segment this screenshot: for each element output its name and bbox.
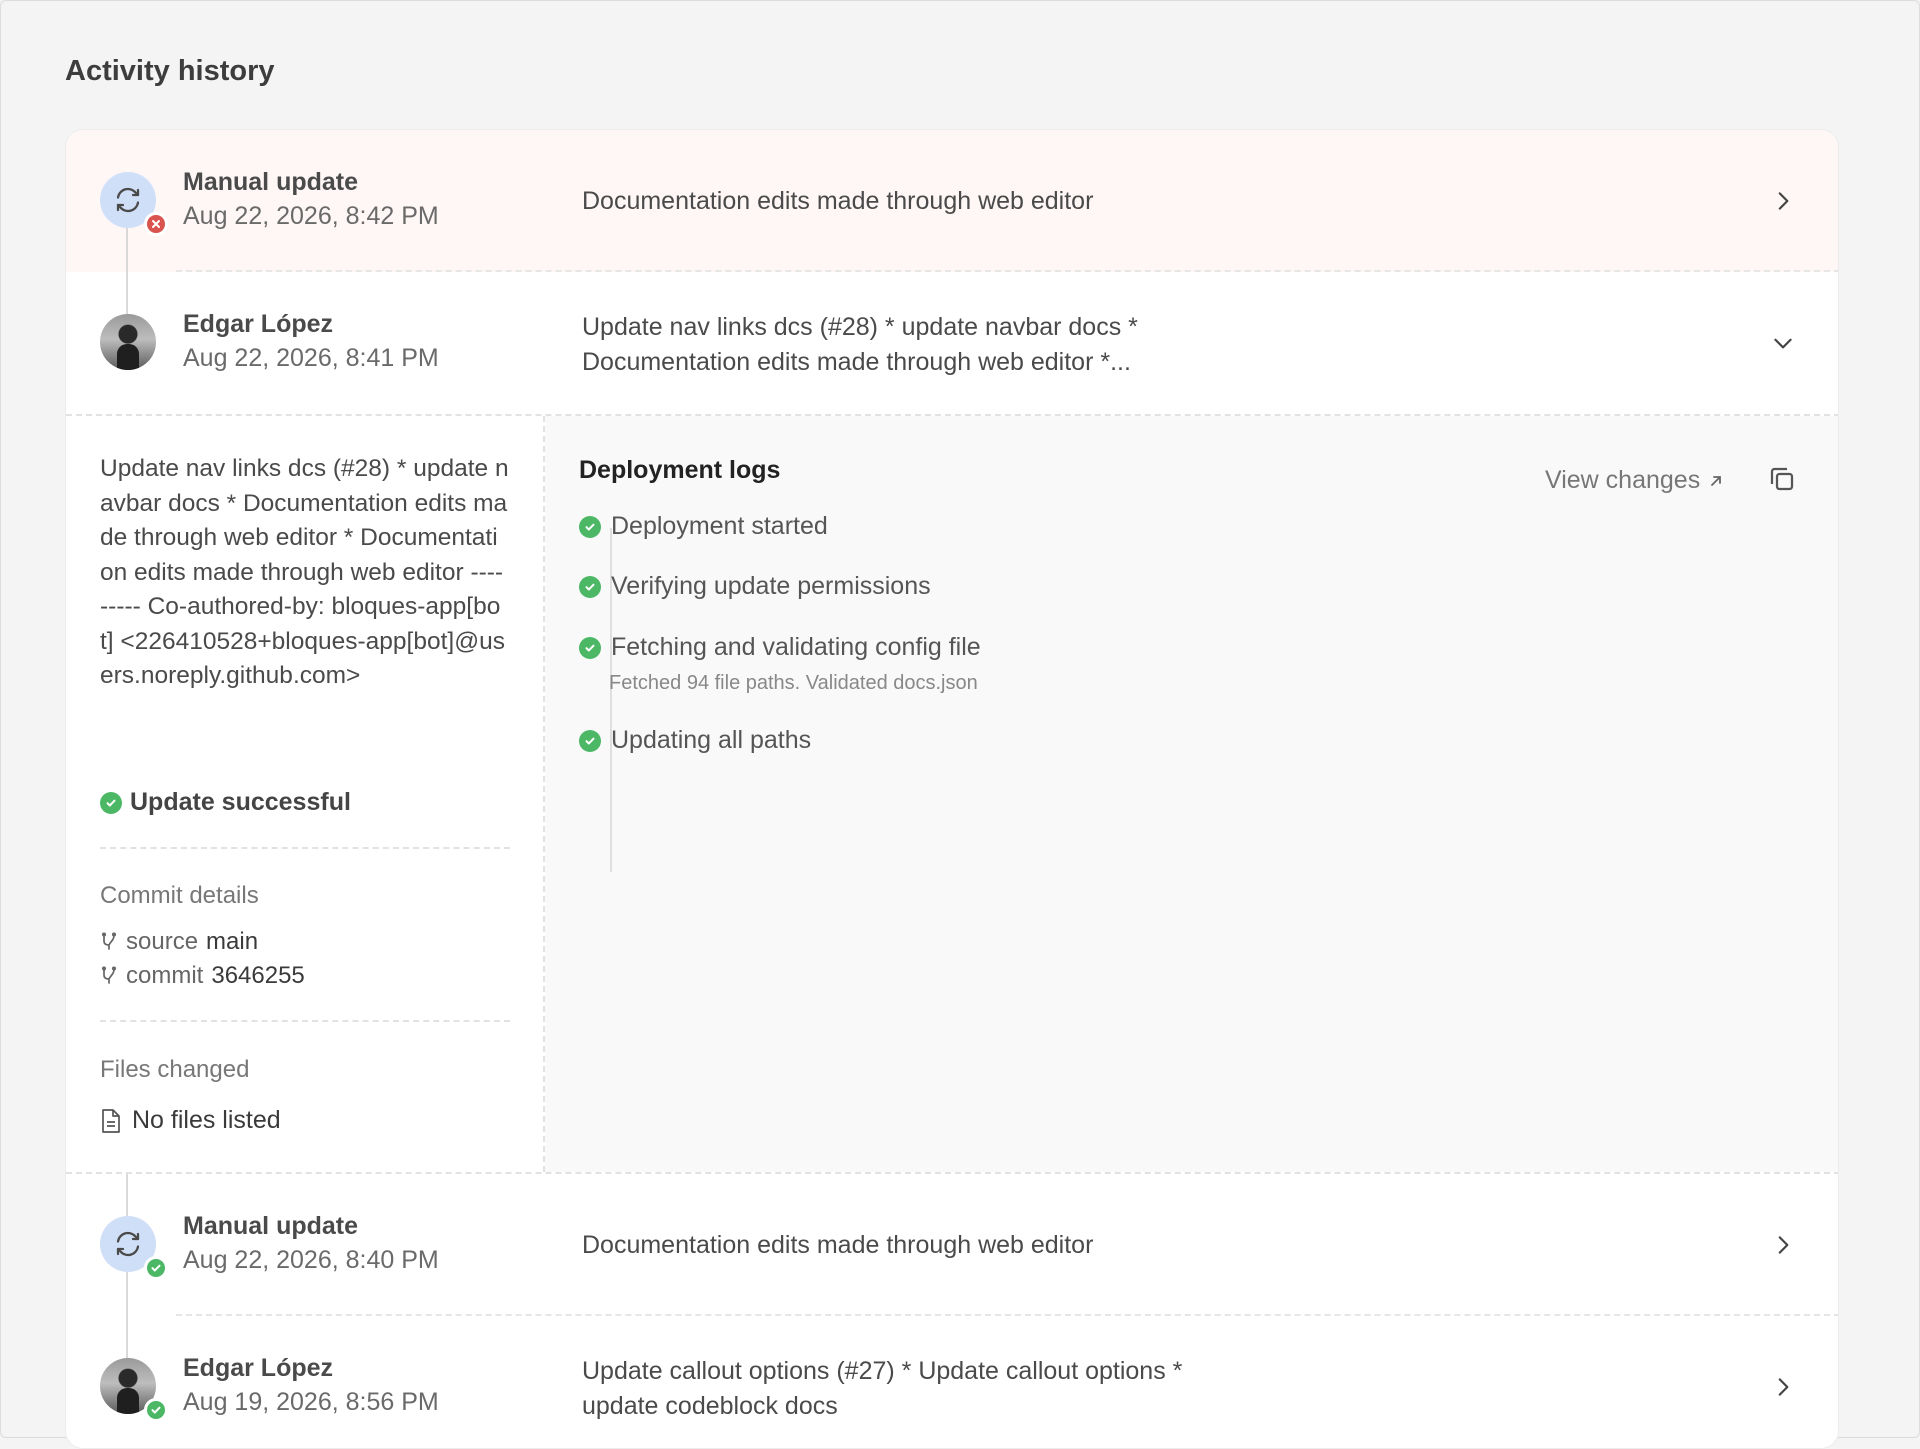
row-description-line: Documentation edits made through web edi… bbox=[582, 348, 1131, 376]
log-text: Updating all paths bbox=[611, 726, 812, 754]
success-badge-icon bbox=[144, 1256, 168, 1280]
row-description-line: Update nav links dcs (#28) * update navb… bbox=[582, 313, 1138, 341]
row-description: Update nav links dcs (#28) * update navb… bbox=[582, 310, 1138, 380]
app-frame: Activity history Manual update Aug 22, 2… bbox=[0, 0, 1920, 1449]
log-subtext: Fetched 94 file paths. Validated docs.js… bbox=[609, 672, 978, 694]
row-title: Manual update bbox=[183, 1212, 359, 1240]
check-icon bbox=[579, 729, 601, 752]
sync-icon bbox=[116, 187, 140, 213]
row-date: Aug 22, 2026, 8:41 PM bbox=[183, 344, 439, 372]
check-icon bbox=[579, 515, 601, 538]
log-text: Deployment started bbox=[611, 512, 828, 540]
row-title: Edgar López bbox=[183, 1354, 334, 1382]
log-item: Deployment started bbox=[579, 512, 828, 541]
error-badge-icon bbox=[144, 212, 168, 236]
commit-details-label: Commit details bbox=[100, 882, 259, 909]
source-label: source bbox=[126, 928, 199, 955]
check-icon bbox=[579, 636, 601, 659]
row-description: Documentation edits made through web edi… bbox=[582, 1231, 1094, 1259]
row-description: Update callout options (#27) * Update ca… bbox=[582, 1354, 1182, 1424]
timeline-line bbox=[126, 228, 128, 272]
source-value: main bbox=[206, 928, 259, 955]
row-date: Aug 22, 2026, 8:42 PM bbox=[183, 202, 439, 230]
log-text: Verifying update permissions bbox=[611, 572, 931, 600]
status-text: Update successful bbox=[130, 788, 351, 816]
source-branch: source main bbox=[100, 928, 258, 956]
activity-row-commit-expanded[interactable]: Edgar López Aug 22, 2026, 8:41 PM Update… bbox=[66, 272, 1838, 414]
commit-message: Update nav links dcs (#28) * update navb… bbox=[100, 455, 509, 689]
row-date: Aug 22, 2026, 8:40 PM bbox=[183, 1246, 439, 1274]
sync-icon bbox=[116, 1231, 140, 1257]
chevron-right-icon[interactable] bbox=[1770, 1232, 1796, 1258]
activity-row-manual-update-success[interactable]: Manual update Aug 22, 2026, 8:40 PM Docu… bbox=[66, 1174, 1838, 1316]
files-empty-text: No files listed bbox=[132, 1106, 281, 1134]
file-icon bbox=[102, 1108, 120, 1133]
check-icon bbox=[100, 791, 122, 814]
commit-label: commit bbox=[126, 962, 204, 989]
commit-hash: commit 3646255 bbox=[100, 962, 305, 990]
expanded-details: Update nav links dcs (#28) * update navb… bbox=[66, 414, 1838, 1174]
update-status: Update successful bbox=[100, 788, 351, 817]
row-date: Aug 19, 2026, 8:56 PM bbox=[183, 1388, 439, 1416]
activity-row-commit[interactable]: Edgar López Aug 19, 2026, 8:56 PM Update… bbox=[66, 1316, 1838, 1448]
deployment-logs-title: Deployment logs bbox=[579, 456, 781, 484]
log-text: Fetching and validating config file bbox=[611, 633, 981, 661]
page-title: Activity history bbox=[65, 55, 275, 87]
log-item: Fetching and validating config file bbox=[579, 633, 981, 662]
divider bbox=[100, 847, 510, 849]
chevron-down-icon[interactable] bbox=[1770, 330, 1796, 356]
row-title: Edgar López bbox=[183, 310, 334, 338]
files-changed-label: Files changed bbox=[100, 1056, 250, 1083]
timeline-line bbox=[126, 1316, 128, 1358]
chevron-right-icon[interactable] bbox=[1770, 188, 1796, 214]
copy-icon[interactable] bbox=[1767, 464, 1797, 494]
activity-list: Manual update Aug 22, 2026, 8:42 PM Docu… bbox=[65, 129, 1839, 1449]
commit-value[interactable]: 3646255 bbox=[211, 962, 304, 990]
check-icon bbox=[579, 575, 601, 598]
deployment-logs-pane: Deployment logs View changes Deployment … bbox=[545, 416, 1838, 1172]
log-item: Verifying update permissions bbox=[579, 572, 931, 601]
row-description-line: update codeblock docs bbox=[582, 1392, 838, 1420]
success-badge-icon bbox=[144, 1398, 168, 1422]
view-changes-link[interactable]: View changes bbox=[1545, 466, 1724, 495]
divider bbox=[100, 1020, 510, 1022]
row-description-line: Update callout options (#27) * Update ca… bbox=[582, 1357, 1183, 1385]
external-link-icon bbox=[1711, 475, 1722, 486]
chevron-right-icon[interactable] bbox=[1770, 1374, 1796, 1400]
activity-row-manual-update-failed[interactable]: Manual update Aug 22, 2026, 8:42 PM Docu… bbox=[66, 130, 1838, 272]
row-title: Manual update bbox=[183, 168, 359, 196]
view-changes-label: View changes bbox=[1545, 466, 1701, 494]
branch-icon bbox=[101, 932, 117, 950]
files-list: No files listed bbox=[100, 1106, 281, 1135]
timeline-line bbox=[126, 272, 128, 314]
row-description: Documentation edits made through web edi… bbox=[582, 187, 1094, 215]
log-item: Updating all paths bbox=[579, 726, 811, 755]
user-avatar bbox=[100, 314, 156, 370]
branch-icon bbox=[101, 966, 117, 984]
commit-info-pane: Update nav links dcs (#28) * update navb… bbox=[66, 416, 545, 1172]
